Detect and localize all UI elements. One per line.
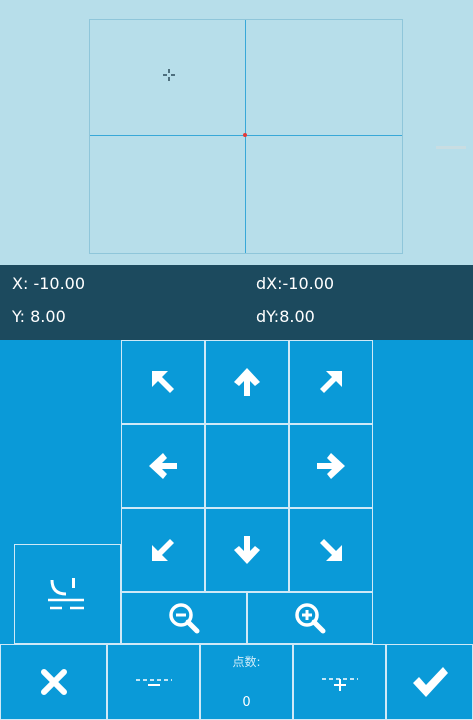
point-count-value: 0 <box>242 695 251 710</box>
coordinate-readout: X: -10.00 Y: 8.00 dX:-10.00 dY:8.00 <box>0 265 473 340</box>
arrow-down-right-icon <box>320 539 342 561</box>
x-coordinate: X: -10.00 <box>12 274 86 293</box>
zoom-in-button[interactable] <box>247 592 373 644</box>
dy-coordinate: dY:8.00 <box>256 307 315 326</box>
cancel-button[interactable] <box>0 644 107 720</box>
delete-point-icon <box>135 679 172 686</box>
point-count-display: 点数: 0 <box>200 644 293 720</box>
y-coordinate: Y: 8.00 <box>12 307 66 326</box>
add-point-icon <box>321 678 358 691</box>
zoom-out-button[interactable] <box>121 592 247 644</box>
dx-coordinate: dX:-10.00 <box>256 274 335 293</box>
arrow-down-left-icon <box>152 539 174 561</box>
move-right-button[interactable] <box>289 424 373 508</box>
arrow-down-icon <box>234 536 260 564</box>
confirm-button[interactable] <box>386 644 473 720</box>
presser-foot-icon <box>47 578 84 610</box>
pattern-preview <box>0 0 473 265</box>
point-count-label: 点数: <box>232 655 261 669</box>
scroll-indicator <box>436 146 466 149</box>
move-down-left-button[interactable] <box>121 508 205 592</box>
arrow-up-right-icon <box>320 371 342 393</box>
presser-foot-button[interactable] <box>14 544 121 644</box>
move-up-right-button[interactable] <box>289 340 373 424</box>
arrow-up-left-icon <box>152 371 174 393</box>
add-point-button[interactable] <box>293 644 386 720</box>
arrow-right-icon <box>317 453 345 479</box>
close-icon <box>40 669 67 695</box>
zoom-out-icon <box>169 603 200 634</box>
delete-point-button[interactable] <box>107 644 200 720</box>
preview-canvas <box>89 19 403 254</box>
move-left-button[interactable] <box>121 424 205 508</box>
checkmark-icon <box>412 667 448 697</box>
move-up-button[interactable] <box>205 340 289 424</box>
bottom-action-bar: 点数: 0 <box>0 644 473 720</box>
move-up-left-button[interactable] <box>121 340 205 424</box>
center-blank-cell <box>205 424 289 508</box>
arrow-left-icon <box>149 453 177 479</box>
move-down-button[interactable] <box>205 508 289 592</box>
zoom-in-icon <box>295 603 326 634</box>
arrow-up-icon <box>234 368 260 396</box>
needle-cursor-icon <box>163 69 175 81</box>
origin-marker <box>243 133 247 137</box>
move-down-right-button[interactable] <box>289 508 373 592</box>
